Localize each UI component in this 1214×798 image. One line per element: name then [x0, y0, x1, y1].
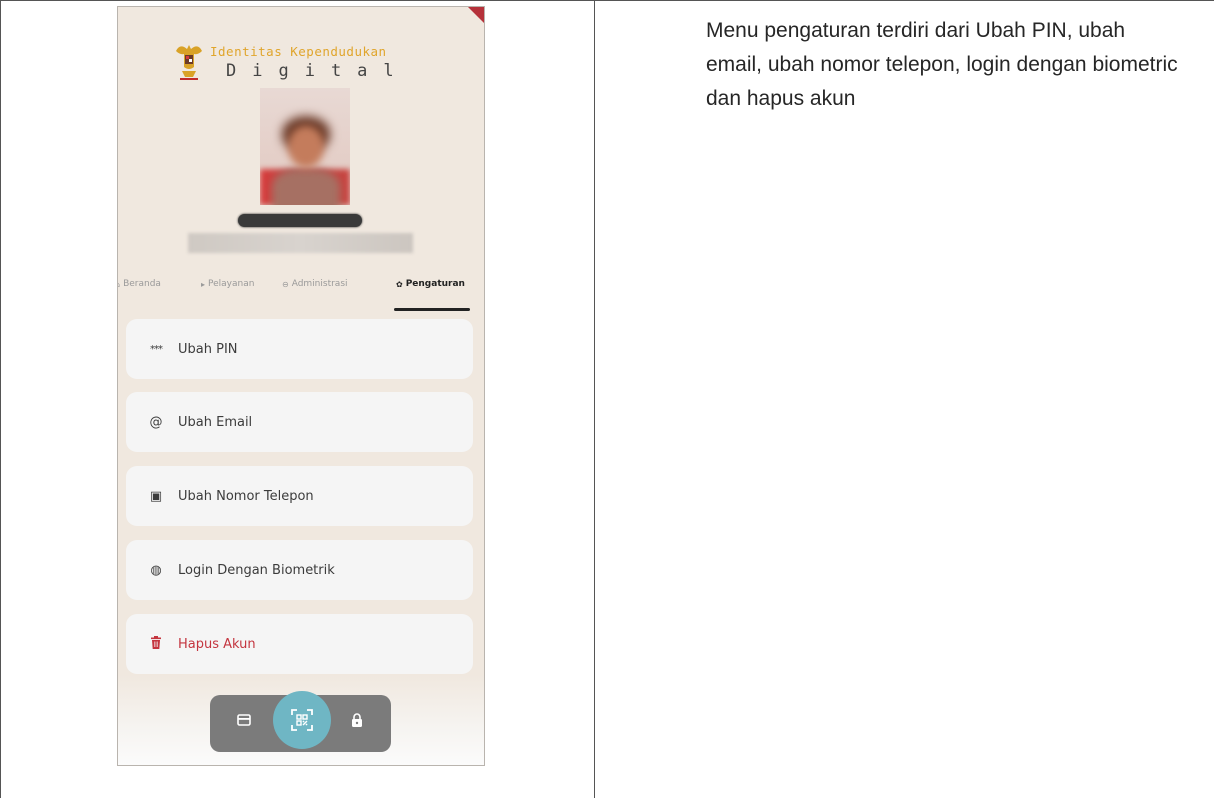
- garuda-emblem-icon: [176, 45, 202, 80]
- menu-ubah-email[interactable]: @ Ubah Email: [126, 392, 473, 452]
- card-icon[interactable]: [237, 714, 251, 730]
- tab-administrasi[interactable]: ⊖ Administrasi: [282, 279, 348, 289]
- menu-ubah-pin[interactable]: *** Ubah PIN: [126, 319, 473, 379]
- redacted-name: [238, 214, 362, 227]
- trash-icon: [146, 635, 166, 653]
- service-icon: ▸: [201, 279, 206, 289]
- home-icon: ⌂: [118, 280, 120, 289]
- tab-beranda[interactable]: ⌂ Beranda: [118, 279, 161, 289]
- fingerprint-icon: ◍: [150, 562, 162, 578]
- description-text: Menu pengaturan terdiri dari Ubah PIN, u…: [706, 19, 1178, 110]
- menu-login-biometrik[interactable]: ◍ Login Dengan Biometrik: [126, 540, 473, 600]
- menu-ubah-nomor-telepon[interactable]: ▣ Ubah Nomor Telepon: [126, 466, 473, 526]
- table-border-left: [0, 0, 1, 798]
- admin-icon: ⊖: [282, 279, 289, 289]
- redacted-id-number: [188, 233, 413, 253]
- table-border-top: [0, 0, 1214, 1]
- at-icon: @: [149, 414, 163, 430]
- menu-hapus-akun[interactable]: Hapus Akun: [126, 614, 473, 674]
- pin-dots-icon: ***: [150, 343, 163, 355]
- active-tab-indicator: [394, 308, 470, 311]
- qr-scan-icon: [291, 709, 313, 731]
- debug-ribbon: [468, 7, 484, 23]
- qr-scan-button[interactable]: [273, 691, 331, 749]
- app-brand: Identitas Kependudukan Digital: [174, 41, 444, 91]
- table-column-divider: [594, 0, 595, 798]
- lock-icon[interactable]: [351, 713, 363, 731]
- tab-pengaturan[interactable]: ✿ Pengaturan: [396, 279, 465, 289]
- phone-screenshot: Identitas Kependudukan Digital ⌂ Beranda…: [117, 6, 485, 766]
- tab-bar: ⌂ Beranda ▸ Pelayanan ⊖ Administrasi ✿ P…: [118, 279, 484, 315]
- gear-icon: ✿: [396, 279, 403, 289]
- sim-card-icon: ▣: [149, 488, 163, 504]
- profile-photo: [260, 88, 350, 205]
- bottom-navigation: [210, 691, 391, 752]
- brand-subtitle: Digital: [226, 61, 410, 81]
- tab-pelayanan[interactable]: ▸ Pelayanan: [201, 279, 254, 289]
- brand-title: Identitas Kependudukan: [210, 44, 387, 59]
